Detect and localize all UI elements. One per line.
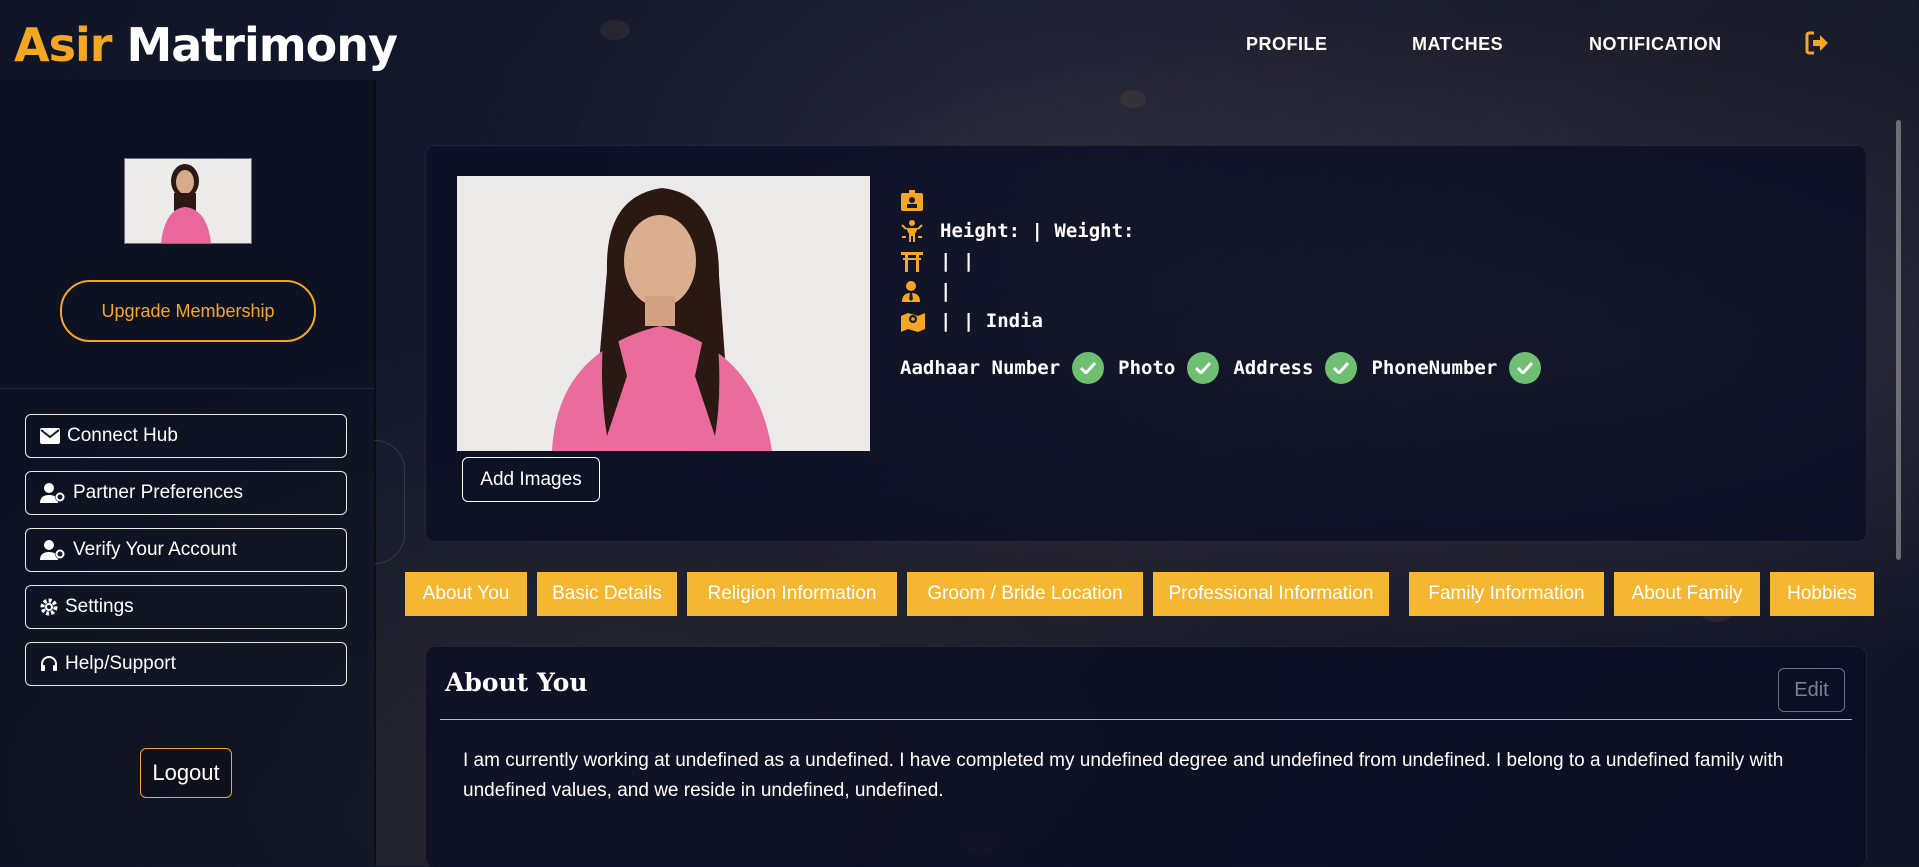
tab-religion-information[interactable]: Religion Information [687, 572, 897, 616]
sidebar-item-label: Connect Hub [67, 425, 178, 446]
sidebar-item-label: Settings [65, 596, 134, 617]
check-circle-icon [1187, 352, 1220, 384]
location-row: | | India [900, 308, 1043, 334]
torii-gate-icon [900, 249, 926, 273]
scrollbar[interactable] [1896, 120, 1901, 560]
verify-label-aadhaar: Aadhaar Number [900, 357, 1061, 379]
id-badge-icon [900, 189, 926, 213]
user-gear-icon [40, 483, 65, 503]
sidebar-item-verify-account[interactable]: Verify Your Account [25, 528, 347, 572]
profile-photo[interactable] [457, 176, 870, 451]
check-circle-icon [1325, 352, 1358, 384]
headset-icon [41, 656, 57, 671]
tab-hobbies[interactable]: Hobbies [1770, 572, 1874, 616]
height-weight-value: Height: | Weight: [940, 220, 1135, 242]
sidebar-item-label: Help/Support [65, 653, 176, 674]
nav-notification[interactable]: NOTIFICATION [1589, 34, 1722, 55]
sidebar-avatar[interactable] [124, 158, 252, 244]
sign-out-icon[interactable] [1804, 30, 1832, 58]
person-value: | [940, 280, 952, 302]
logout-button[interactable]: Logout [140, 748, 232, 798]
check-circle-icon [1509, 352, 1542, 384]
sidebar-item-help-support[interactable]: Help/Support [25, 642, 347, 686]
nav-matches[interactable]: MATCHES [1412, 34, 1503, 55]
religion-value: | | [940, 250, 975, 272]
gear-icon [40, 598, 58, 616]
edit-button[interactable]: Edit [1778, 668, 1845, 712]
add-images-button[interactable]: Add Images [462, 457, 600, 502]
user-tie-icon [900, 279, 926, 303]
verification-badges: Aadhaar Number Photo Address PhoneNumber [900, 352, 1555, 384]
sidebar-item-label: Verify Your Account [73, 539, 237, 560]
map-location-icon [900, 309, 926, 333]
app-logo[interactable]: Asir Matrimony [14, 18, 398, 72]
background-decoration [600, 20, 630, 40]
tab-about-family[interactable]: About Family [1614, 572, 1760, 616]
sidebar-item-connect-hub[interactable]: Connect Hub [25, 414, 347, 458]
tab-basic-details[interactable]: Basic Details [537, 572, 677, 616]
height-icon [900, 219, 926, 243]
logo-second-word: Matrimony [126, 18, 398, 72]
verify-label-phone: PhoneNumber [1371, 357, 1498, 379]
upgrade-membership-button[interactable]: Upgrade Membership [60, 280, 316, 342]
location-value: | | India [940, 310, 1043, 332]
religion-row: | | [900, 248, 974, 274]
sidebar-toggle[interactable] [374, 440, 405, 564]
sidebar-divider [0, 388, 374, 389]
envelope-icon [40, 428, 60, 444]
logo-first-word: Asir [14, 18, 112, 72]
tab-professional-information[interactable]: Professional Information [1153, 572, 1389, 616]
sidebar-item-label: Partner Preferences [73, 482, 244, 503]
background-decoration [1120, 90, 1146, 108]
verify-label-photo: Photo [1118, 357, 1176, 379]
section-title: About You [445, 668, 588, 697]
user-gear-icon [40, 540, 65, 560]
person-row: | [900, 278, 951, 304]
tab-about-you[interactable]: About You [405, 572, 527, 616]
nav-profile[interactable]: PROFILE [1246, 34, 1328, 55]
section-divider [440, 719, 1852, 720]
verify-label-address: Address [1233, 357, 1314, 379]
sidebar-item-partner-preferences[interactable]: Partner Preferences [25, 471, 347, 515]
about-you-text: I am currently working at undefined as a… [463, 750, 1784, 801]
sidebar-item-settings[interactable]: Settings [25, 585, 347, 629]
tab-family-information[interactable]: Family Information [1409, 572, 1604, 616]
height-weight-row: Height: | Weight: [900, 218, 1134, 244]
check-circle-icon [1072, 352, 1105, 384]
profile-id-row [900, 188, 940, 214]
tab-groom-bride-location[interactable]: Groom / Bride Location [907, 572, 1143, 616]
